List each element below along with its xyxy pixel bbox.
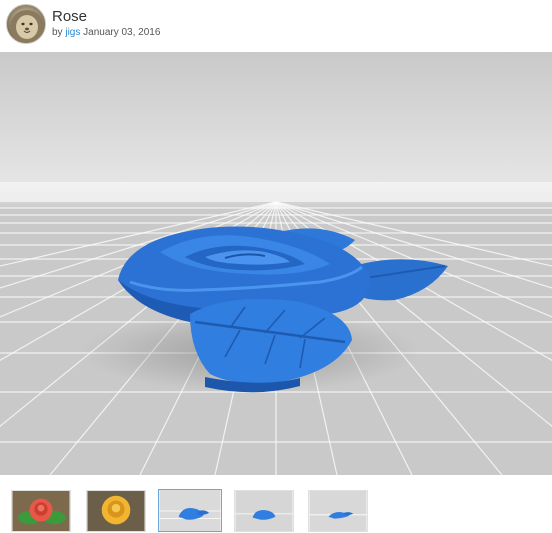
thumb-blue-rose-front[interactable] — [158, 489, 222, 532]
blue-rose-angle-thumbnail-icon — [235, 491, 293, 531]
author-link[interactable]: jigs — [65, 27, 80, 38]
thumb-blue-rose-side[interactable] — [308, 490, 368, 532]
by-prefix: by — [52, 27, 63, 38]
author-avatar[interactable] — [6, 4, 46, 44]
thumbnail-strip — [0, 486, 552, 532]
thumb-yellow-rose[interactable] — [86, 490, 146, 532]
red-rose-thumbnail-icon — [12, 491, 70, 531]
blue-rose-side-thumbnail-icon — [309, 491, 367, 531]
byline: by jigs January 03, 2016 — [52, 27, 160, 39]
yellow-rose-thumbnail-icon — [87, 491, 145, 531]
blue-rose-thumbnail-icon — [159, 490, 221, 531]
viewer-canvas[interactable] — [0, 52, 552, 475]
thumb-blue-rose-angle[interactable] — [234, 490, 294, 532]
publish-date: January 03, 2016 — [83, 27, 161, 38]
lion-avatar-icon — [10, 10, 44, 43]
model-viewer[interactable] — [0, 52, 552, 475]
thumb-red-rose[interactable] — [11, 490, 71, 532]
page-title: Rose — [52, 8, 88, 25]
thing-header: Rose by jigs January 03, 2016 — [0, 0, 552, 50]
